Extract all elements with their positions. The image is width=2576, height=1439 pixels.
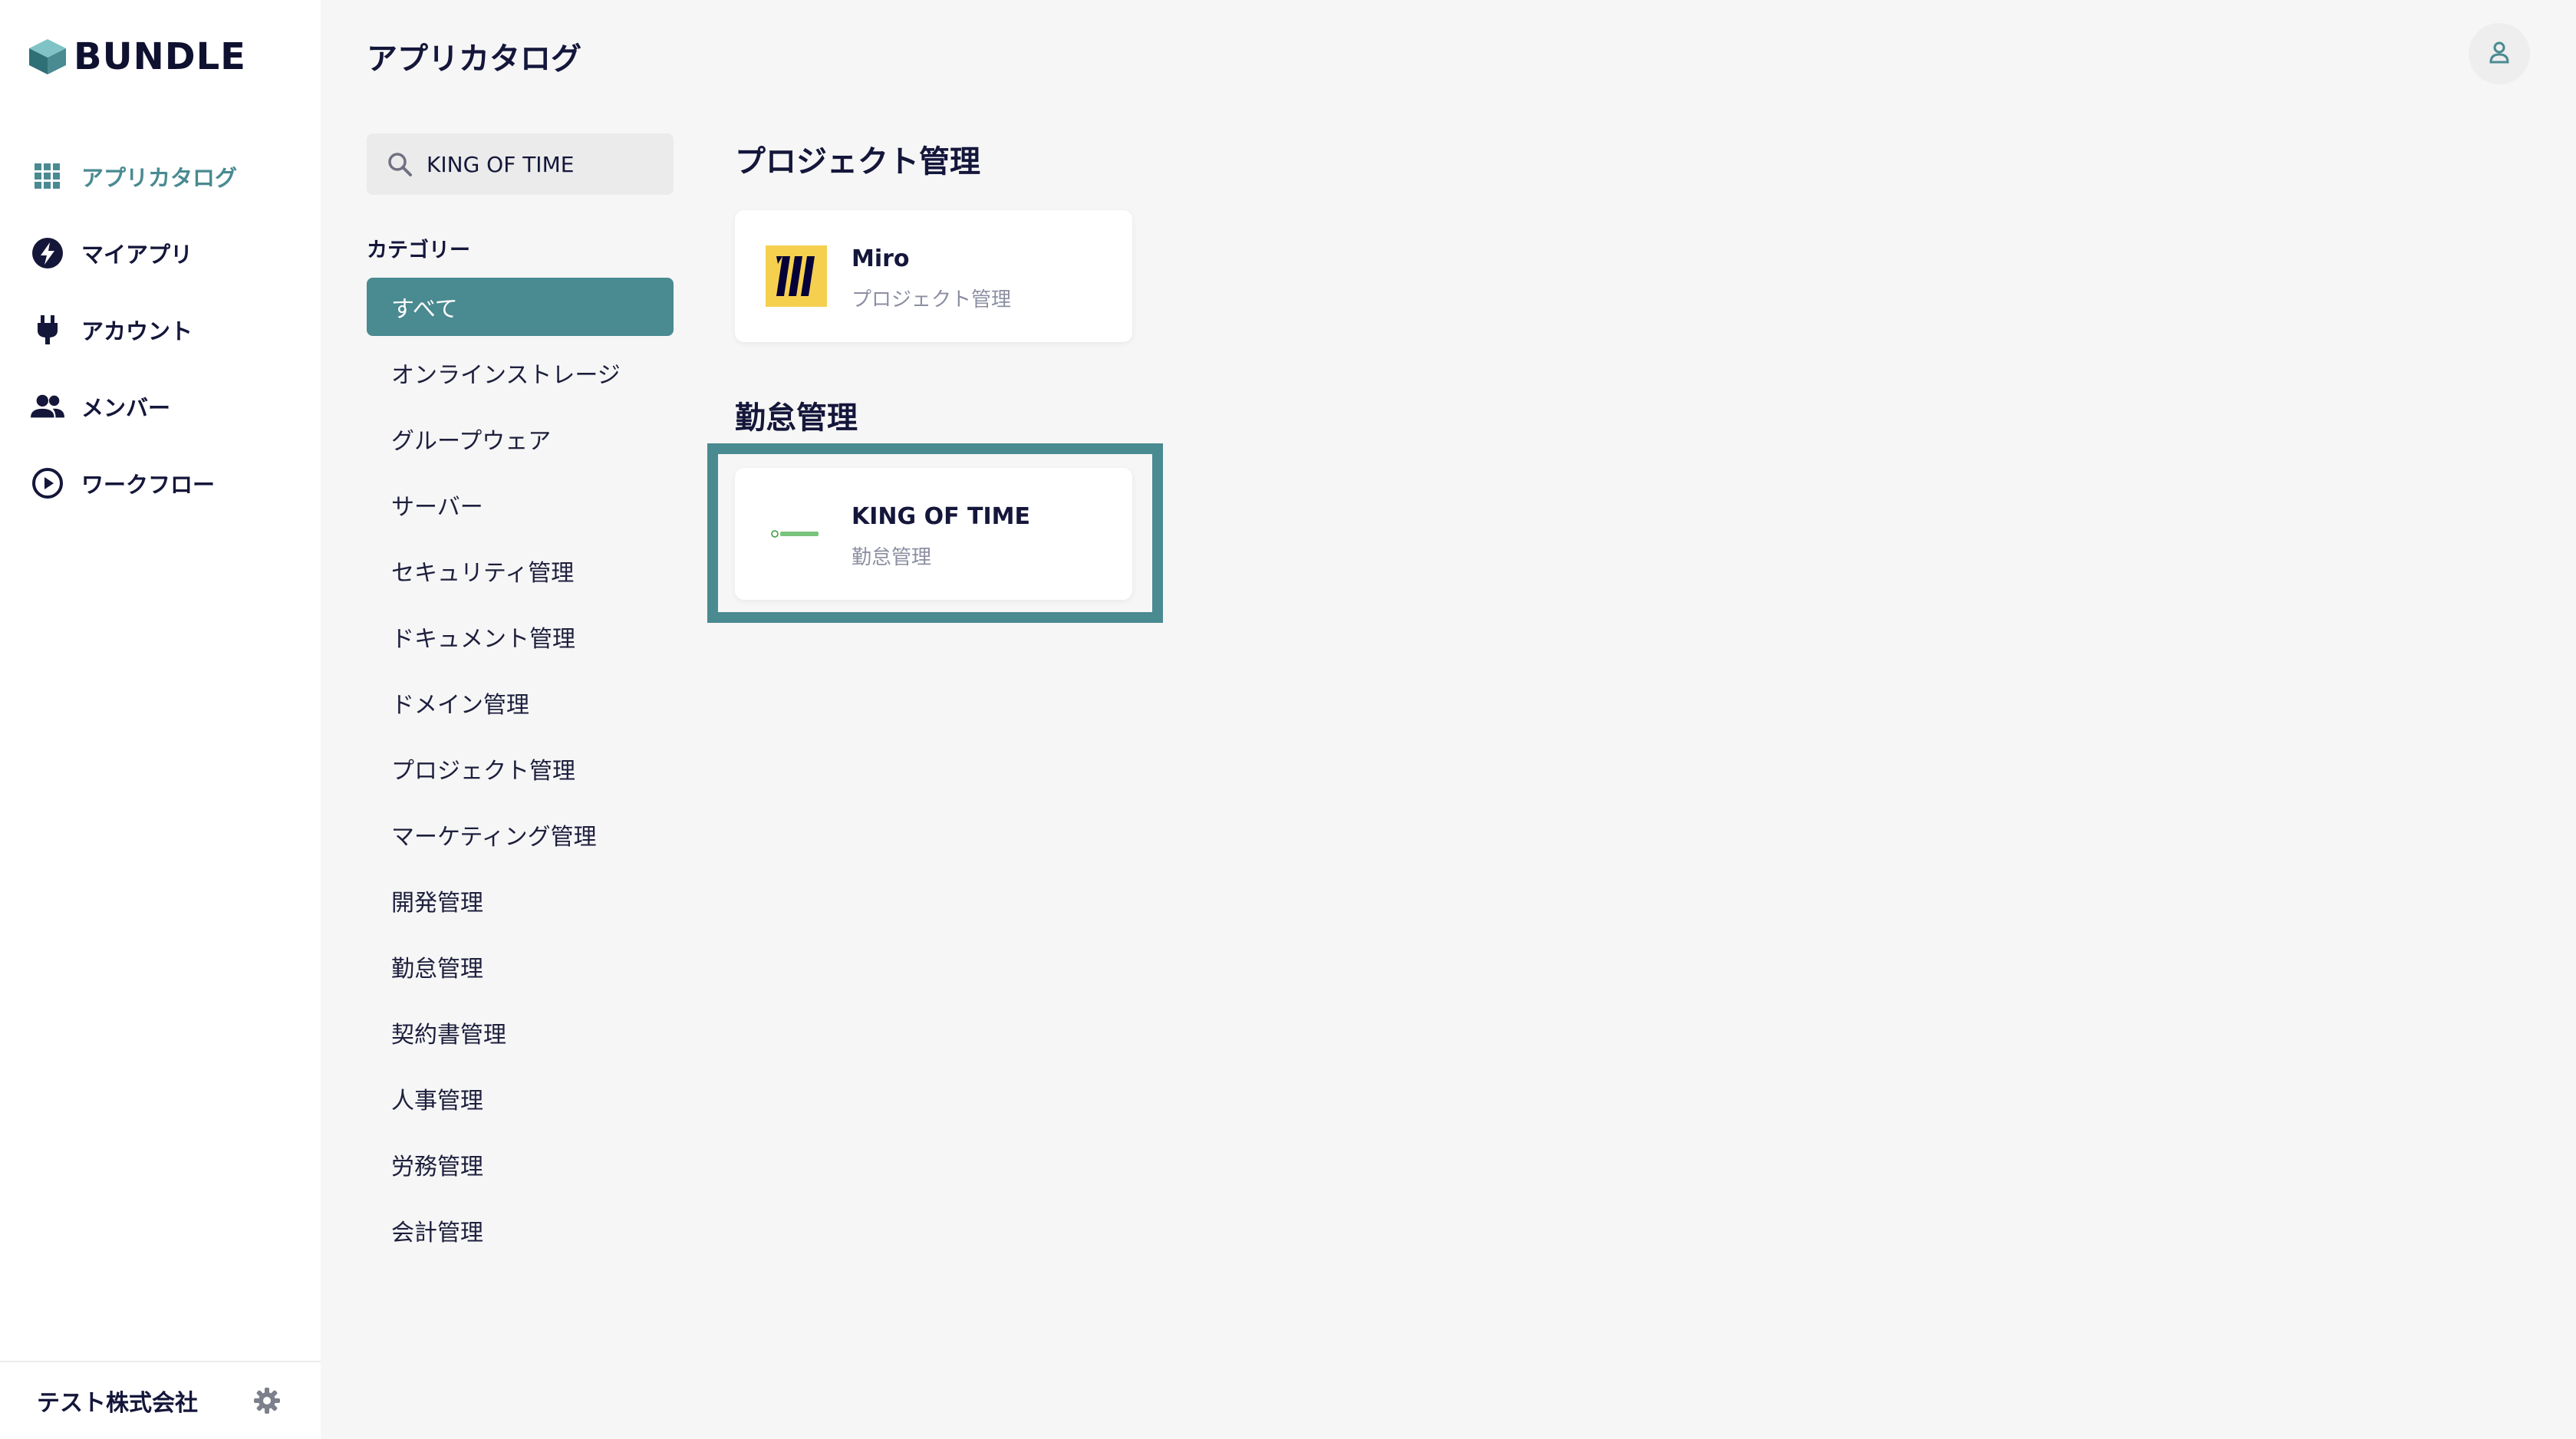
main-nav: アプリカタログ マイアプリ アカウント メンバー ワークフロー (0, 138, 321, 522)
category-item-contract[interactable]: 契約書管理 (367, 1003, 674, 1062)
section-title-attendance: 勤怠管理 (735, 400, 858, 436)
nav-item-my-apps[interactable]: マイアプリ (0, 215, 321, 291)
nav-item-accounts[interactable]: アカウント (0, 291, 321, 368)
category-item-groupware[interactable]: グループウェア (367, 410, 674, 468)
nav-label: アカウント (81, 318, 193, 344)
category-item-hr[interactable]: 人事管理 (367, 1069, 674, 1128)
app-name: Miro (852, 245, 910, 272)
play-circle-icon (31, 466, 64, 500)
nav-label: メンバー (81, 395, 171, 421)
category-item-project[interactable]: プロジェクト管理 (367, 739, 674, 798)
category-item-document[interactable]: ドキュメント管理 (367, 608, 674, 666)
category-item-development[interactable]: 開発管理 (367, 871, 674, 930)
nav-item-workflow[interactable]: ワークフロー (0, 445, 321, 522)
bundle-logo-icon (29, 39, 66, 74)
category-heading: カテゴリー (367, 239, 470, 262)
search-icon (387, 151, 413, 177)
nav-label: マイアプリ (81, 242, 193, 268)
plug-icon (31, 313, 64, 347)
search-input[interactable] (425, 150, 666, 178)
nav-item-app-catalog[interactable]: アプリカタログ (0, 138, 321, 215)
user-icon (2487, 40, 2512, 68)
brand-logo[interactable]: BUNDLE (28, 34, 246, 80)
app-category: 勤怠管理 (852, 546, 932, 569)
sidebar-footer: テスト株式会社 (0, 1361, 321, 1439)
gear-icon[interactable] (253, 1387, 281, 1414)
category-item-attendance[interactable]: 勤怠管理 (367, 937, 674, 996)
app-category: プロジェクト管理 (852, 288, 1012, 311)
category-item-marketing[interactable]: マーケティング管理 (367, 805, 674, 864)
category-item-server[interactable]: サーバー (367, 476, 674, 534)
category-item-domain[interactable]: ドメイン管理 (367, 673, 674, 732)
nav-item-members[interactable]: メンバー (0, 368, 321, 445)
search-box (367, 133, 674, 195)
page-title: アプリカタログ (367, 41, 581, 77)
category-item-all[interactable]: すべて (367, 278, 674, 336)
category-item-security[interactable]: セキュリティ管理 (367, 542, 674, 600)
lightning-icon (31, 236, 64, 270)
people-icon (31, 390, 64, 423)
category-list: すべて オンラインストレージ グループウェア サーバー セキュリティ管理 ドキュ… (367, 278, 674, 1267)
category-item-online-storage[interactable]: オンラインストレージ (367, 344, 674, 402)
nav-label: ワークフロー (81, 472, 216, 498)
category-item-labor[interactable]: 労務管理 (367, 1135, 674, 1194)
user-menu-button[interactable] (2469, 23, 2530, 84)
nav-label: アプリカタログ (81, 165, 238, 191)
app-card-king-of-time[interactable]: KING OF TIME 勤怠管理 (735, 468, 1132, 600)
miro-logo-icon (766, 245, 827, 307)
app-card-miro[interactable]: Miro プロジェクト管理 (735, 210, 1132, 342)
brand-name: BUNDLE (74, 35, 246, 78)
section-title-project: プロジェクト管理 (735, 144, 980, 179)
sidebar: BUNDLE アプリカタログ マイアプリ アカウント メンバー ワークフロー テ… (0, 0, 321, 1439)
king-of-time-logo-icon (766, 503, 827, 565)
category-item-accounting[interactable]: 会計管理 (367, 1201, 674, 1260)
company-name: テスト株式会社 (37, 1390, 198, 1417)
grid-icon (31, 160, 64, 193)
app-name: KING OF TIME (852, 503, 1030, 530)
